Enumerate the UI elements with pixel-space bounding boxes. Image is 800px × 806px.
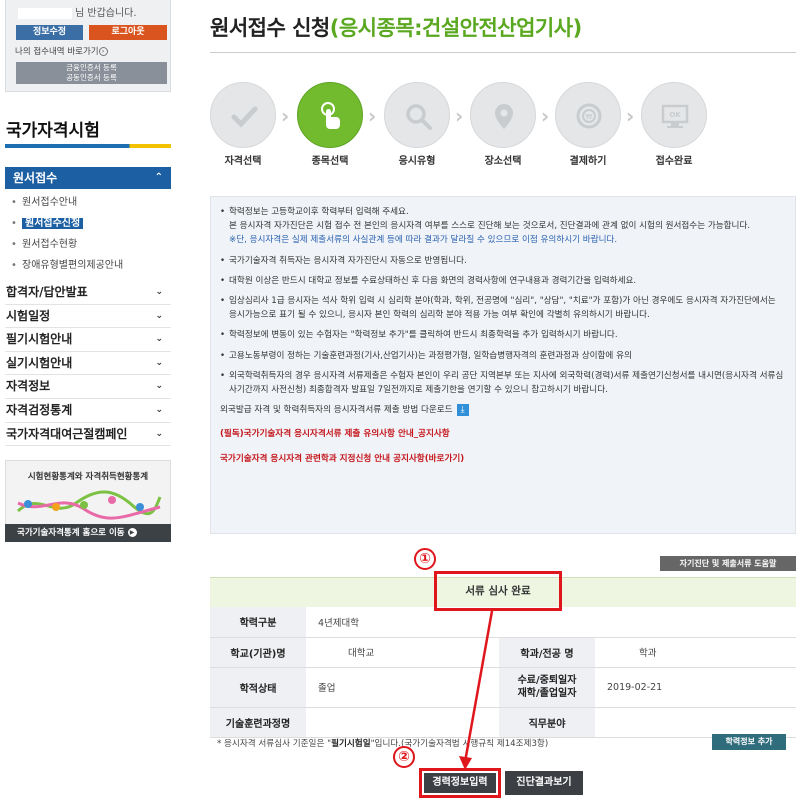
- annotation-marker-2: ②: [393, 746, 415, 768]
- diagnosis-result-button[interactable]: 진단결과보기: [505, 771, 583, 795]
- career-info-label: 경력정보입력: [424, 773, 496, 793]
- annotation-arrow: [459, 610, 494, 770]
- career-info-button[interactable]: 경력정보입력: [419, 768, 501, 798]
- page: { "sidebar": { "welcome": "님 반갑습니다.", "i…: [0, 0, 800, 806]
